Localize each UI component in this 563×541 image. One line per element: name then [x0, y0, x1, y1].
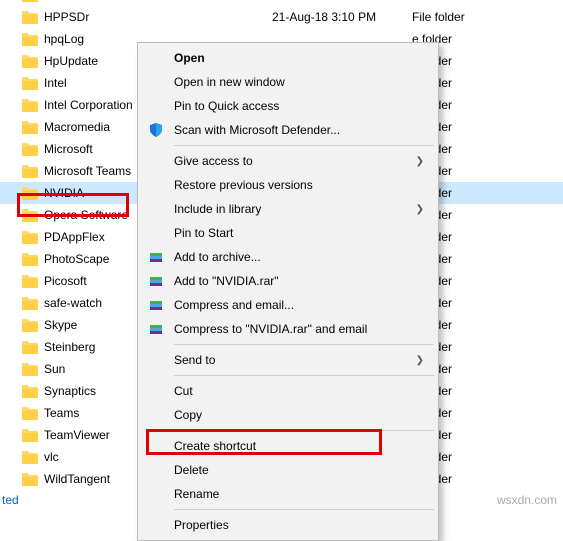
menu-add-nvidia-rar[interactable]: Add to "NVIDIA.rar"	[140, 269, 436, 293]
folder-icon	[22, 209, 38, 222]
menu-compress-nvidia-email[interactable]: Compress to "NVIDIA.rar" and email	[140, 317, 436, 341]
menu-separator	[174, 344, 434, 345]
folder-icon	[22, 429, 38, 442]
winrar-icon	[147, 272, 165, 290]
menu-label: Compress and email...	[174, 298, 294, 312]
file-name: HP	[44, 0, 272, 2]
menu-create-shortcut[interactable]: Create shortcut	[140, 434, 436, 458]
winrar-icon	[147, 248, 165, 266]
menu-label: Properties	[174, 518, 229, 532]
menu-label: Pin to Quick access	[174, 99, 279, 113]
menu-add-archive[interactable]: Add to archive...	[140, 245, 436, 269]
menu-label: Scan with Microsoft Defender...	[174, 123, 340, 137]
folder-icon	[22, 99, 38, 112]
file-date: 21-Aug-18 3:10 PM	[272, 10, 412, 24]
folder-icon	[22, 319, 38, 332]
menu-label: Create shortcut	[174, 439, 256, 453]
menu-open-new-window[interactable]: Open in new window	[140, 70, 436, 94]
folder-icon	[22, 297, 38, 310]
folder-icon	[22, 143, 38, 156]
menu-properties[interactable]: Properties	[140, 513, 436, 537]
winrar-icon	[147, 296, 165, 314]
menu-include-library[interactable]: Include in library ❯	[140, 197, 436, 221]
folder-icon	[22, 385, 38, 398]
folder-icon	[22, 121, 38, 134]
menu-rename[interactable]: Rename	[140, 482, 436, 506]
chevron-right-icon: ❯	[416, 156, 424, 167]
folder-icon	[22, 11, 38, 24]
file-name: HPPSDr	[44, 10, 272, 24]
menu-label: Pin to Start	[174, 226, 233, 240]
menu-delete[interactable]: Delete	[140, 458, 436, 482]
menu-pin-start[interactable]: Pin to Start	[140, 221, 436, 245]
menu-label: Include in library	[174, 202, 261, 216]
context-menu: Open Open in new window Pin to Quick acc…	[137, 42, 439, 541]
menu-send-to[interactable]: Send to ❯	[140, 348, 436, 372]
menu-label: Rename	[174, 487, 219, 501]
folder-icon	[22, 55, 38, 68]
footer-link[interactable]: ted	[2, 493, 19, 507]
menu-open[interactable]: Open	[140, 46, 436, 70]
menu-label: Add to "NVIDIA.rar"	[174, 274, 279, 288]
menu-label: Copy	[174, 408, 202, 422]
folder-icon	[22, 77, 38, 90]
chevron-right-icon: ❯	[416, 204, 424, 215]
menu-label: Send to	[174, 353, 215, 367]
file-type: File folder	[412, 0, 512, 2]
folder-icon	[22, 33, 38, 46]
winrar-icon	[147, 320, 165, 338]
menu-separator	[174, 145, 434, 146]
file-row[interactable]: HPPSDr21-Aug-18 3:10 PMFile folder	[0, 6, 563, 28]
folder-icon	[22, 407, 38, 420]
file-date: 07-Mar-18 3:55 PM	[272, 0, 412, 2]
menu-label: Delete	[174, 463, 209, 477]
folder-icon	[22, 0, 38, 2]
menu-label: Add to archive...	[174, 250, 261, 264]
menu-compress-email[interactable]: Compress and email...	[140, 293, 436, 317]
menu-label: Restore previous versions	[174, 178, 313, 192]
menu-pin-quick-access[interactable]: Pin to Quick access	[140, 94, 436, 118]
file-type: File folder	[412, 10, 512, 24]
shield-icon	[147, 121, 165, 139]
menu-separator	[174, 509, 434, 510]
menu-separator	[174, 375, 434, 376]
menu-label: Cut	[174, 384, 193, 398]
menu-restore-versions[interactable]: Restore previous versions	[140, 173, 436, 197]
menu-label: Open	[174, 51, 205, 65]
folder-icon	[22, 253, 38, 266]
menu-defender[interactable]: Scan with Microsoft Defender...	[140, 118, 436, 142]
menu-label: Give access to	[174, 154, 253, 168]
folder-icon	[22, 275, 38, 288]
menu-cut[interactable]: Cut	[140, 379, 436, 403]
menu-give-access[interactable]: Give access to ❯	[140, 149, 436, 173]
watermark: wsxdn.com	[497, 493, 557, 507]
folder-icon	[22, 187, 38, 200]
folder-icon	[22, 231, 38, 244]
menu-label: Open in new window	[174, 75, 285, 89]
menu-label: Compress to "NVIDIA.rar" and email	[174, 322, 367, 336]
menu-copy[interactable]: Copy	[140, 403, 436, 427]
folder-icon	[22, 165, 38, 178]
folder-icon	[22, 473, 38, 486]
folder-icon	[22, 341, 38, 354]
folder-icon	[22, 451, 38, 464]
folder-icon	[22, 363, 38, 376]
chevron-right-icon: ❯	[416, 355, 424, 366]
menu-separator	[174, 430, 434, 431]
